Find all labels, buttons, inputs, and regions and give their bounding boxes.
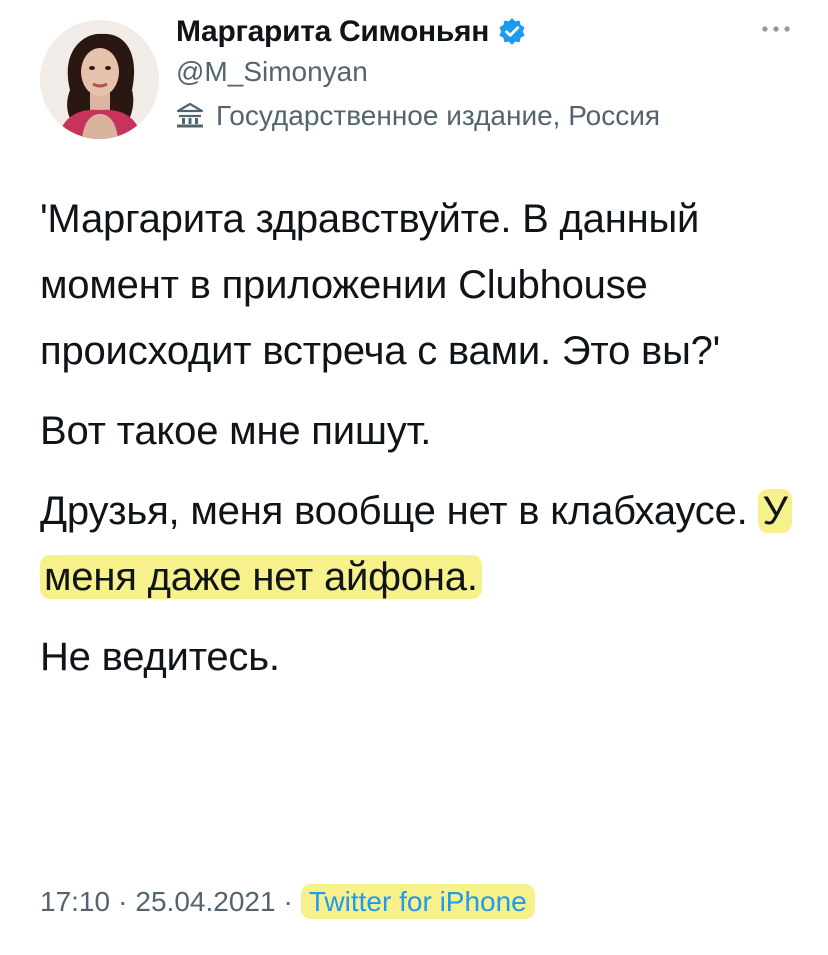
author-handle[interactable]: @M_Simonyan [176, 56, 368, 88]
tweet-paragraph: Не ведитесь. [40, 635, 280, 679]
government-building-icon [176, 101, 204, 131]
tweet-paragraph: Вот такое мне пишут. [40, 409, 432, 453]
verified-badge-icon [497, 17, 527, 47]
more-options-icon[interactable] [758, 22, 794, 36]
author-display-name[interactable]: Маргарита Симоньян [176, 15, 489, 49]
state-media-label[interactable]: Государственное издание, Россия [176, 100, 660, 132]
meta-separator: · [283, 886, 293, 917]
avatar-portrait-icon [40, 20, 159, 139]
state-media-label-text: Государственное издание, Россия [216, 100, 661, 131]
tweet-paragraph: Друзья, меня вообще нет в клабхаусе. У м… [40, 478, 800, 610]
tweet-meta: 17:10 · 25.04.2021 · Twitter for iPhone [40, 884, 535, 919]
tweet-date[interactable]: 25.04.2021 [135, 886, 275, 917]
tweet-source-link[interactable]: Twitter for iPhone [300, 884, 535, 919]
meta-separator: · [118, 886, 128, 917]
tweet-paragraph: 'Маргарита здравствуйте. В данный момент… [40, 197, 721, 373]
tweet-paragraph-text: Друзья, меня вообще нет в клабхаусе. [40, 489, 759, 533]
tweet-card: Маргарита Симоньян @M_Simonyan Государст… [0, 0, 828, 955]
tweet-time[interactable]: 17:10 [40, 886, 110, 917]
author-name-row[interactable]: Маргарита Симоньян [176, 15, 527, 49]
tweet-text: 'Маргарита здравствуйте. В данный момент… [40, 186, 800, 690]
avatar[interactable] [40, 20, 159, 139]
